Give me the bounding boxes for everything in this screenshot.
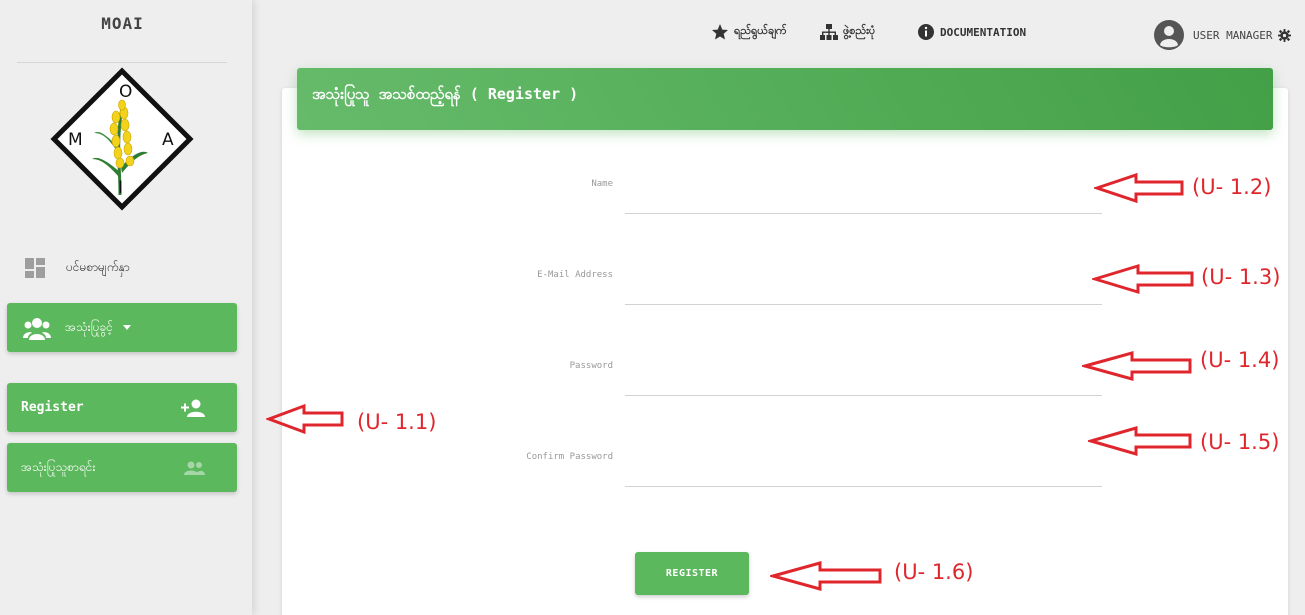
password-field[interactable]	[625, 366, 1102, 396]
sidebar-item-user-list[interactable]: အသုံးပြုသူစာရင်း	[7, 443, 237, 492]
sidebar-item-users[interactable]: အသုံးပြုခွင့်	[7, 303, 237, 352]
annotation-arrow-u1-1	[266, 403, 344, 435]
page-title: အသုံးပြုသူ အသစ်ထည့်ရန် ( Register )	[297, 68, 1273, 130]
brand-name[interactable]: MOAI	[0, 14, 245, 33]
group-icon	[23, 317, 51, 340]
annotation-label-u1-2: (U- 1.2)	[1192, 175, 1272, 199]
annotation-arrow-u1-3	[1092, 263, 1194, 295]
nav-label: ဖွဲ့စည်းပုံ	[843, 24, 876, 37]
annotation-arrow-u1-4	[1082, 351, 1192, 381]
annotation-label-u1-5: (U- 1.5)	[1200, 430, 1280, 454]
annotation-arrow-u1-6	[770, 561, 882, 591]
nav-organization[interactable]: ဖွဲ့စည်းပုံ	[820, 22, 875, 42]
annotation-label-u1-6: (U- 1.6)	[894, 560, 974, 584]
nav-objectives[interactable]: ရည်ရွယ်ချက်	[711, 22, 787, 42]
nav-label: ရည်ရွယ်ချက်	[734, 24, 787, 37]
name-field[interactable]	[625, 184, 1102, 214]
logo-letter-i: I	[118, 178, 123, 198]
add-user-icon	[181, 399, 205, 417]
logo-letter-m: M	[68, 130, 83, 150]
logo-letter-a: A	[162, 130, 174, 150]
sidebar-item-label: Register	[21, 400, 84, 415]
confirm-password-label: Confirm Password	[526, 452, 613, 462]
dashboard-icon	[25, 258, 45, 278]
user-manager-menu[interactable]: USER MANAGER	[1154, 20, 1292, 50]
chevron-down-icon	[122, 325, 131, 330]
star-icon	[712, 24, 728, 40]
annotation-label-u1-3: (U- 1.3)	[1201, 265, 1281, 289]
sidebar-item-register[interactable]: Register	[7, 383, 237, 432]
confirm-password-field[interactable]	[625, 457, 1102, 487]
users-icon	[184, 461, 205, 475]
register-button[interactable]: REGISTER	[635, 552, 749, 595]
sidebar: MOAI O M A I ပင်မစာမျက်နှာ အသုံးပြုခွင့်…	[0, 0, 252, 615]
annotation-label-u1-4: (U- 1.4)	[1200, 348, 1280, 372]
sidebar-item-label: အသုံးပြုသူစာရင်း	[21, 459, 96, 474]
avatar-icon	[1154, 20, 1184, 50]
nav-label: DOCUMENTATION	[940, 25, 1027, 39]
sidebar-item-dashboard[interactable]: ပင်မစာမျက်နှာ	[24, 255, 130, 281]
password-label: Password	[569, 361, 613, 371]
moai-logo: O M A I	[50, 67, 194, 211]
sidebar-item-label: အသုံးပြုခွင့်	[65, 319, 113, 334]
annotation-arrow-u1-5	[1088, 426, 1192, 456]
email-label: E-Mail Address	[537, 270, 613, 280]
gear-icon[interactable]	[1278, 28, 1292, 42]
info-icon	[918, 24, 934, 40]
name-label: Name	[591, 179, 613, 189]
annotation-label-u1-1: (U- 1.1)	[357, 410, 437, 434]
logo-letter-o: O	[119, 82, 132, 102]
brand-divider	[17, 62, 227, 63]
annotation-arrow-u1-2	[1094, 172, 1184, 204]
sidebar-item-label: ပင်မစာမျက်နှာ	[66, 260, 130, 274]
user-manager-label: USER MANAGER	[1193, 28, 1273, 42]
email-field[interactable]	[625, 275, 1102, 305]
sitemap-icon	[820, 24, 838, 40]
nav-documentation[interactable]: DOCUMENTATION	[917, 22, 1026, 42]
